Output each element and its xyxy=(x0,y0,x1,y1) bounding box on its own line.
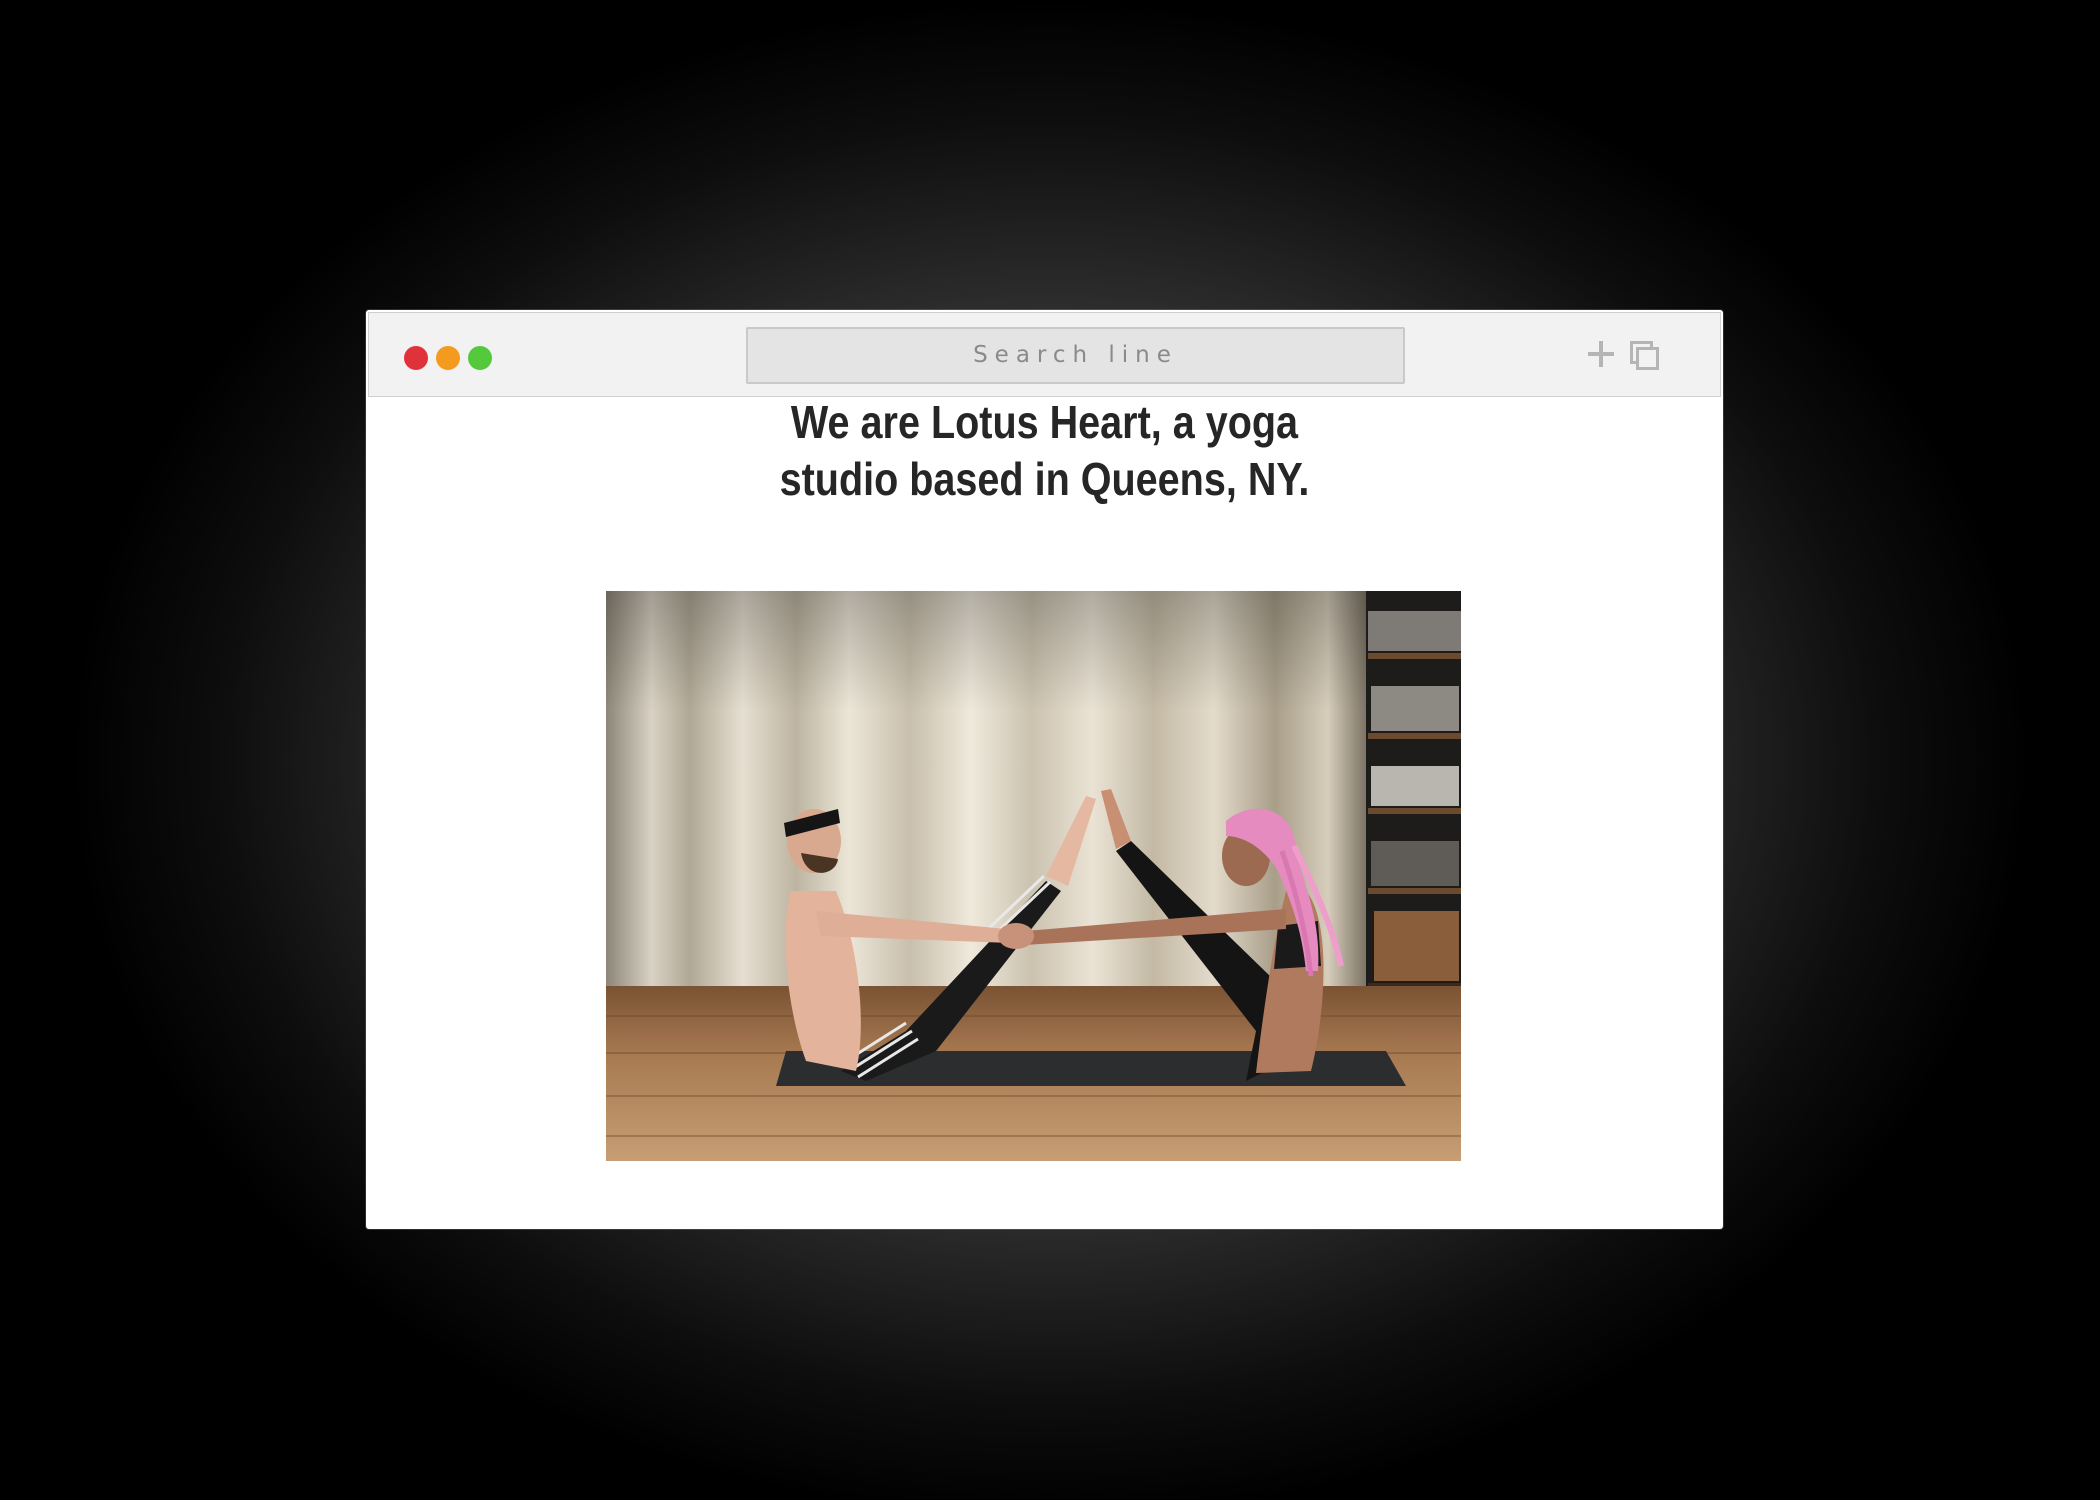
page-title-line-1: We are Lotus Heart, a yoga xyxy=(790,396,1299,448)
page-title-line-2: studio based in Queens, NY. xyxy=(779,453,1310,505)
close-window-button[interactable] xyxy=(404,346,428,370)
browser-titlebar: Search line xyxy=(368,312,1721,397)
toolbar-icons xyxy=(1588,341,1659,370)
plus-icon[interactable] xyxy=(1588,341,1614,367)
minimize-window-button[interactable] xyxy=(436,346,460,370)
page-title: We are Lotus Heart, a yoga studio based … xyxy=(461,394,1628,508)
browser-window: Search line We are Lotus Heart, a yoga s… xyxy=(366,310,1723,1229)
tabs-icon[interactable] xyxy=(1630,341,1659,370)
window-controls xyxy=(404,346,492,370)
search-input[interactable]: Search line xyxy=(746,327,1405,384)
maximize-window-button[interactable] xyxy=(468,346,492,370)
hero-image xyxy=(606,591,1461,1161)
